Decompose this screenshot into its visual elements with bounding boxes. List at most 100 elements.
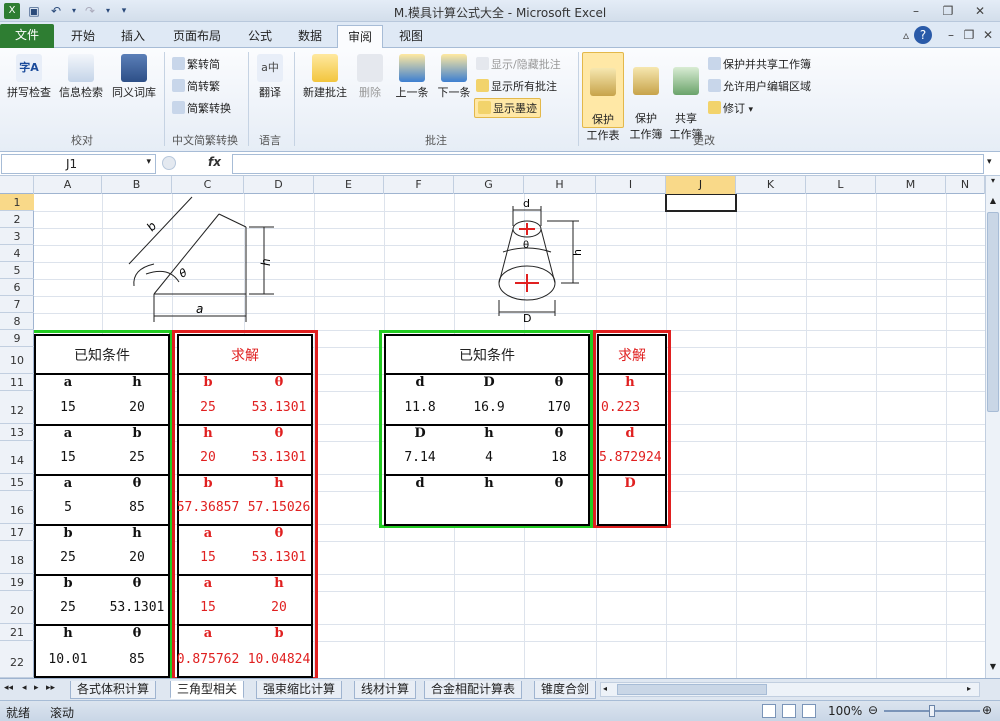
share-workbook-button[interactable]: 共享 工作簿: [666, 54, 706, 142]
show-ink-button[interactable]: 显示墨迹: [474, 98, 541, 118]
col-header-j[interactable]: J: [666, 176, 736, 194]
track-changes-button[interactable]: 修订 ▾: [708, 100, 753, 116]
zoom-level[interactable]: 100%: [828, 704, 862, 718]
zoom-slider-thumb[interactable]: [929, 705, 935, 717]
minimize-button[interactable]: –: [903, 2, 929, 20]
simp-to-trad-button[interactable]: 简转繁: [172, 78, 220, 94]
tab-page-layout[interactable]: 页面布局: [162, 25, 232, 48]
delete-comment-button[interactable]: 删除: [352, 54, 388, 100]
formula-input[interactable]: [232, 154, 984, 174]
show-hide-comment-button[interactable]: 显示/隐藏批注: [476, 56, 561, 72]
row-header-12[interactable]: 12: [0, 391, 34, 424]
row-header-5[interactable]: 5: [0, 262, 34, 279]
row-header-18[interactable]: 18: [0, 541, 34, 574]
col-header-f[interactable]: F: [384, 176, 454, 194]
row-header-21[interactable]: 21: [0, 624, 34, 641]
restore-button[interactable]: ❐: [935, 2, 961, 20]
worksheet-grid[interactable]: b θ h a d θ h D 已知条件 求解 a h 15 20 b θ 25…: [34, 194, 985, 678]
tab-data[interactable]: 数据: [288, 25, 332, 48]
row-header-9[interactable]: 9: [0, 330, 34, 347]
insert-function-button[interactable]: fx: [208, 155, 221, 169]
protect-sheet-button[interactable]: 保护 工作表: [582, 52, 624, 142]
row-header-16[interactable]: 16: [0, 491, 34, 524]
col-header-c[interactable]: C: [172, 176, 244, 194]
selected-cell-j1[interactable]: [665, 194, 737, 212]
zoom-out-icon[interactable]: ⊖: [868, 703, 878, 717]
row-header-22[interactable]: 22: [0, 641, 34, 678]
col-header-n[interactable]: N: [946, 176, 985, 194]
next-sheet-icon[interactable]: ▸: [34, 683, 39, 693]
row-header-2[interactable]: 2: [0, 211, 34, 228]
page-layout-view-icon[interactable]: [782, 704, 796, 718]
col-header-m[interactable]: M: [876, 176, 946, 194]
simp-trad-convert-button[interactable]: 简繁转换: [172, 100, 231, 116]
thesaurus-button[interactable]: 同义词库: [108, 54, 160, 100]
row-header-15[interactable]: 15: [0, 474, 34, 491]
col-header-h[interactable]: H: [524, 176, 596, 194]
page-break-view-icon[interactable]: [802, 704, 816, 718]
col-header-k[interactable]: K: [736, 176, 806, 194]
translate-button[interactable]: a中 翻译: [252, 54, 288, 100]
col-header-e[interactable]: E: [314, 176, 384, 194]
zoom-in-icon[interactable]: ⊕: [982, 703, 992, 717]
new-comment-button[interactable]: 新建批注: [300, 54, 350, 100]
scroll-down-icon[interactable]: ▼: [987, 662, 999, 676]
close-button[interactable]: ✕: [964, 2, 996, 20]
hscroll-thumb[interactable]: [617, 684, 767, 695]
row-header-3[interactable]: 3: [0, 228, 34, 245]
sheet-tab-wire[interactable]: 线材计算: [354, 681, 417, 699]
row-header-20[interactable]: 20: [0, 591, 34, 624]
row-header-1[interactable]: 1: [0, 194, 34, 211]
tab-file[interactable]: 文件: [0, 24, 54, 48]
row-header-10[interactable]: 10: [0, 347, 34, 374]
first-sheet-icon[interactable]: ◂◂: [4, 683, 13, 693]
sheet-tab-volume[interactable]: 各式体积计算: [70, 681, 157, 699]
col-header-d[interactable]: D: [244, 176, 314, 194]
normal-view-icon[interactable]: [762, 704, 776, 718]
scroll-thumb[interactable]: [987, 212, 999, 412]
sheet-tab-alloy[interactable]: 合金相配计算表: [424, 681, 523, 699]
sheet-tab-taper[interactable]: 锥度合剑: [534, 681, 596, 699]
tab-insert[interactable]: 插入: [110, 25, 156, 48]
tab-formulas[interactable]: 公式: [238, 25, 282, 48]
row-header-19[interactable]: 19: [0, 574, 34, 591]
row-header-6[interactable]: 6: [0, 279, 34, 296]
row-header-13[interactable]: 13: [0, 424, 34, 441]
col-header-g[interactable]: G: [454, 176, 524, 194]
tab-review[interactable]: 审阅: [337, 25, 383, 48]
col-header-i[interactable]: I: [596, 176, 666, 194]
previous-comment-button[interactable]: 上一条: [392, 54, 432, 100]
name-box[interactable]: J1 ▾: [1, 154, 156, 174]
col-header-b[interactable]: B: [102, 176, 172, 194]
protect-share-workbook-button[interactable]: 保护并共享工作簿: [708, 56, 811, 72]
row-header-7[interactable]: 7: [0, 296, 34, 313]
row-header-4[interactable]: 4: [0, 245, 34, 262]
help-icon[interactable]: ?: [914, 26, 932, 44]
row-header-14[interactable]: 14: [0, 441, 34, 474]
prev-sheet-icon[interactable]: ◂: [22, 683, 27, 693]
sheet-tab-triangle[interactable]: 三角型相关: [170, 681, 245, 699]
last-sheet-icon[interactable]: ▸▸: [46, 683, 55, 693]
col-header-l[interactable]: L: [806, 176, 876, 194]
next-comment-button[interactable]: 下一条: [434, 54, 474, 100]
col-header-a[interactable]: A: [34, 176, 102, 194]
protect-workbook-button[interactable]: 保护 工作簿: [626, 54, 666, 142]
trad-to-simp-button[interactable]: 繁转简: [172, 56, 220, 72]
row-header-8[interactable]: 8: [0, 313, 34, 330]
sheet-tab-shrink-ratio[interactable]: 强束缩比计算: [256, 681, 343, 699]
show-all-comments-button[interactable]: 显示所有批注: [476, 78, 557, 94]
scroll-up-icon[interactable]: ▲: [987, 196, 999, 210]
tab-view[interactable]: 视图: [388, 25, 434, 48]
horizontal-scrollbar[interactable]: ◂ ▸: [600, 682, 980, 697]
scroll-right-icon[interactable]: ▸: [967, 684, 971, 693]
scroll-left-icon[interactable]: ◂: [603, 684, 607, 693]
allow-edit-ranges-button[interactable]: 允许用户编辑区域: [708, 78, 811, 94]
row-header-11[interactable]: 11: [0, 374, 34, 391]
expand-formula-icon[interactable]: ▾: [987, 157, 992, 167]
scroll-split-icon[interactable]: ▾: [987, 176, 999, 190]
research-button[interactable]: 信息检索: [56, 54, 106, 100]
spell-check-button[interactable]: 字A 拼写检查: [4, 54, 54, 100]
tab-home[interactable]: 开始: [60, 25, 106, 48]
vertical-scrollbar[interactable]: ▾ ▲ ▼: [985, 176, 1000, 678]
row-header-17[interactable]: 17: [0, 524, 34, 541]
